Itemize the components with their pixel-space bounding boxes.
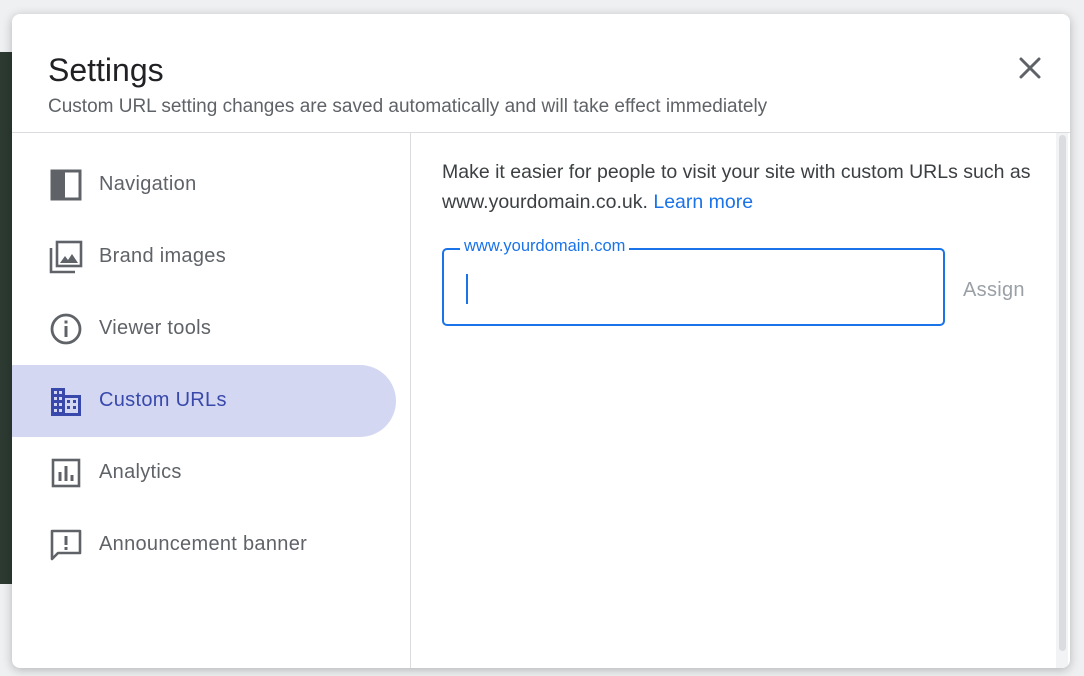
close-button[interactable] [1014,52,1046,84]
settings-dialog: Settings Custom URL setting changes are … [12,14,1070,668]
sidebar-item-label: Analytics [99,461,182,483]
sidebar-item-label: Navigation [99,173,197,195]
analytics-chart-icon [51,458,81,488]
content-scrollbar[interactable] [1056,133,1068,668]
photo-library-icon [49,240,83,274]
assign-button[interactable]: Assign [963,279,1025,302]
sidebar-item-brand-images[interactable]: Brand images [12,221,396,293]
sidebar-item-label: Custom URLs [99,389,227,411]
settings-sidebar: Navigation Brand images Viewer tools Cus… [12,133,411,668]
sidebar-item-label: Viewer tools [99,317,212,339]
custom-urls-description: Make it easier for people to visit your … [442,157,1042,217]
text-cursor [466,274,468,304]
announcement-icon [50,529,82,561]
navigation-panel-icon [50,169,82,201]
learn-more-link[interactable]: Learn more [653,191,753,213]
close-icon [1019,57,1041,79]
custom-url-field[interactable]: www.yourdomain.com [442,237,945,326]
sidebar-item-label: Brand images [99,245,226,267]
sidebar-item-custom-urls[interactable]: Custom URLs [12,365,396,437]
custom-urls-panel: Make it easier for people to visit your … [411,133,1056,668]
custom-url-field-label: www.yourdomain.com [460,237,630,256]
sidebar-item-analytics[interactable]: Analytics [12,437,396,509]
sidebar-item-navigation[interactable]: Navigation [12,149,396,221]
scrollbar-thumb[interactable] [1059,135,1066,651]
sidebar-item-announcement-banner[interactable]: Announcement banner [12,509,396,581]
sidebar-item-viewer-tools[interactable]: Viewer tools [12,293,396,365]
sidebar-item-label: Announcement banner [99,533,308,555]
dialog-title: Settings [48,52,164,88]
dialog-header: Settings Custom URL setting changes are … [12,14,1070,133]
custom-url-input[interactable] [456,266,930,308]
dialog-subtitle: Custom URL setting changes are saved aut… [48,96,768,117]
domain-building-icon [51,388,81,416]
info-icon [50,313,82,345]
